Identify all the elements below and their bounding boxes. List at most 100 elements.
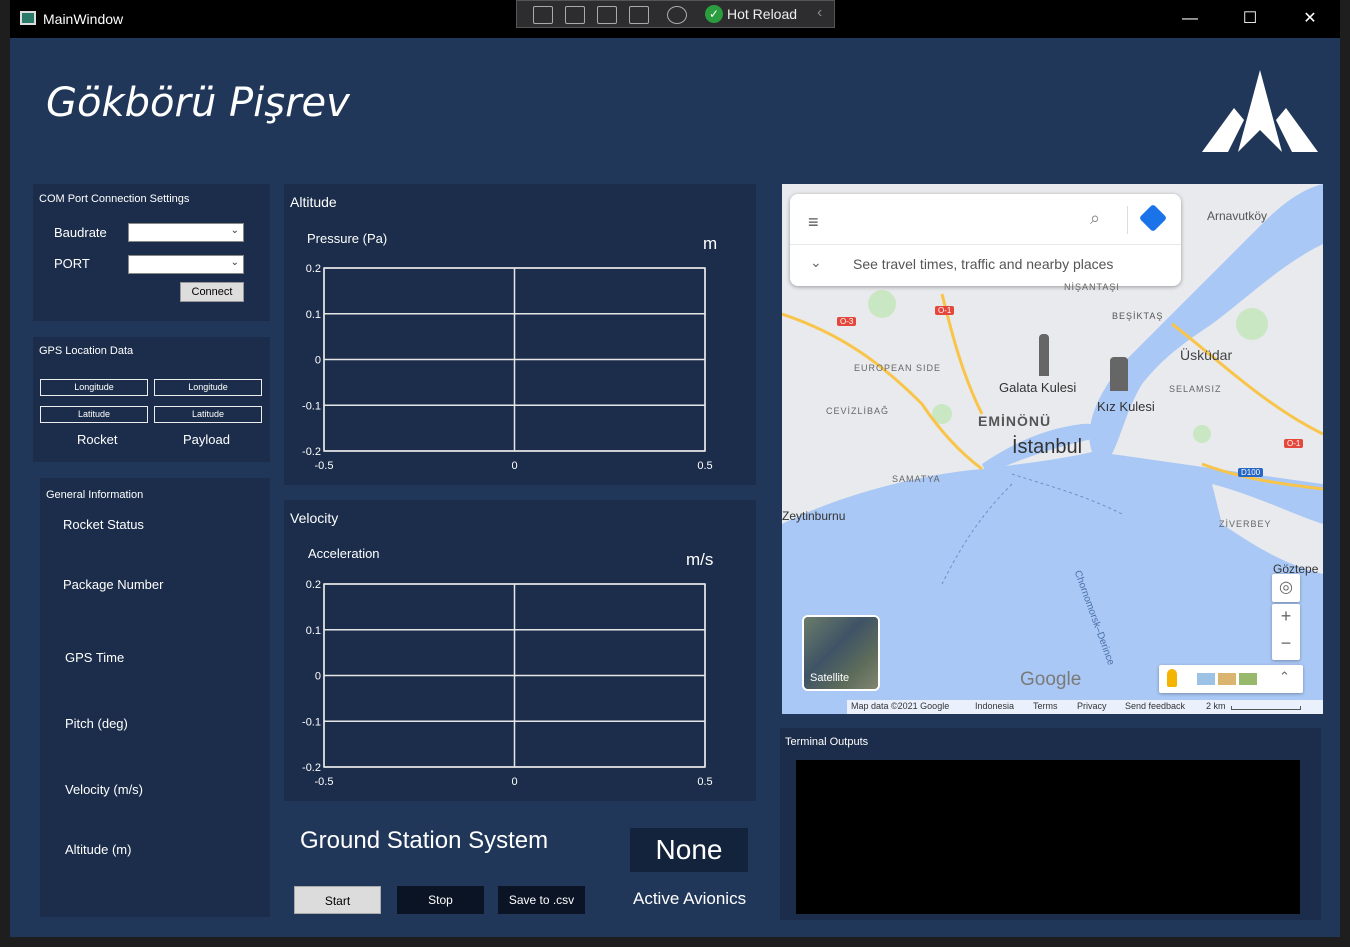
place-label: Üsküdar: [1180, 347, 1233, 363]
road-shield: O-1: [1284, 439, 1304, 448]
velocity-label: Velocity (m/s): [65, 782, 144, 797]
payload-longitude-field: Longitude: [154, 379, 262, 396]
debug-toolbar: ✓ Hot Reload ‹: [516, 0, 835, 28]
layout-adorner-icon[interactable]: [597, 6, 617, 24]
display-layout-icon[interactable]: [667, 6, 687, 24]
place-label: NİŞANTAŞI: [1064, 282, 1120, 292]
payload-latitude-field: Latitude: [154, 406, 262, 423]
scale-bar: [1231, 706, 1301, 710]
terrain-layer-icon[interactable]: [1197, 673, 1215, 685]
chevron-down-icon: ⌄: [230, 225, 239, 236]
rocket-latitude-field: Latitude: [40, 406, 148, 423]
directions-icon[interactable]: [1138, 203, 1168, 233]
satellite-toggle[interactable]: Satellite: [802, 615, 880, 691]
baudrate-select[interactable]: ⌄: [128, 223, 244, 242]
map-layer-bar: ⌃: [1159, 665, 1303, 693]
minimize-button[interactable]: —: [1160, 0, 1220, 38]
city-label: İstanbul: [1012, 436, 1083, 458]
select-element-icon[interactable]: [533, 6, 553, 24]
general-info-panel: General Information Rocket Status Packag…: [40, 478, 270, 917]
avionics-status-value: None: [630, 828, 748, 872]
main-window-content: Gökbörü Pişrev COM Port Connection Setti…: [10, 38, 1340, 937]
place-label: Arnavutköy: [1207, 209, 1268, 223]
altitude-panel: Altitude Pressure (Pa) m 0.2 0.1 0 -0.1 -0.2…: [284, 184, 756, 485]
terminal-output[interactable]: [796, 760, 1300, 914]
com-port-panel: COM Port Connection Settings Baudrate ⌄ …: [33, 184, 270, 321]
place-label: Galata Kulesi: [999, 380, 1077, 395]
y-tick-label: -0.2: [302, 762, 321, 774]
scale-label: 2 km: [1206, 701, 1226, 711]
send-feedback-link[interactable]: Send feedback: [1125, 701, 1185, 711]
pitch-label: Pitch (deg): [65, 716, 128, 731]
collapse-toolbar-icon[interactable]: ‹: [817, 4, 822, 22]
privacy-link[interactable]: Privacy: [1077, 701, 1107, 711]
map-data-credit: Map data ©2021 Google: [851, 701, 950, 711]
y-tick-label: 0.1: [306, 309, 321, 321]
pointer-select-icon[interactable]: [565, 6, 585, 24]
road-shield: O-1: [935, 306, 955, 315]
zoom-out-button[interactable]: −: [1272, 633, 1300, 654]
x-tick-label: 0.5: [697, 460, 712, 472]
x-tick-label: 0: [511, 776, 517, 788]
y-tick-label: 0.2: [306, 263, 321, 275]
expand-layers-icon[interactable]: ⌃: [1279, 669, 1290, 685]
transit-layer-icon[interactable]: [1218, 673, 1236, 685]
google-logo: Google: [1020, 669, 1082, 690]
biking-layer-icon[interactable]: [1239, 673, 1257, 685]
x-tick-label: -0.5: [315, 776, 334, 788]
menu-icon[interactable]: ≡: [808, 212, 819, 233]
save-csv-button[interactable]: Save to .csv: [498, 886, 585, 914]
search-separator: [790, 244, 1181, 245]
avionics-status-label: Active Avionics: [633, 889, 747, 908]
x-tick-label: 0.5: [697, 776, 712, 788]
pegman-icon[interactable]: [1167, 669, 1177, 687]
connect-button[interactable]: Connect: [180, 282, 244, 302]
place-label: EUROPEAN SIDE: [854, 363, 942, 373]
map-suggestion[interactable]: See travel times, traffic and nearby pla…: [853, 256, 1113, 272]
road-shield: O-3: [837, 317, 857, 326]
rocket-label: Rocket: [77, 432, 118, 447]
stop-button[interactable]: Stop: [397, 886, 484, 914]
x-tick-label: 0: [511, 460, 517, 472]
payload-label: Payload: [183, 432, 230, 447]
y-tick-label: 0: [315, 671, 321, 683]
maximize-button[interactable]: ☐: [1220, 0, 1280, 38]
gps-title: GPS Location Data: [39, 345, 134, 357]
map-view[interactable]: ≡ ⌕ ⌄ See travel times, traffic and near…: [782, 184, 1323, 714]
rocket-longitude-field: Longitude: [40, 379, 148, 396]
velocity-chart: 0.2 0.1 0 -0.1 -0.2 -0.5 0 0.5: [302, 579, 713, 788]
com-port-title: COM Port Connection Settings: [39, 193, 190, 205]
desktop-frame: MainWindow — ☐ ✕ ✓ Hot Reload ‹ Gökbörü …: [0, 0, 1350, 947]
y-tick-label: 0.1: [306, 625, 321, 637]
track-focus-icon[interactable]: [629, 6, 649, 24]
y-tick-label: -0.1: [302, 400, 321, 412]
rocket-status-label: Rocket Status: [63, 517, 144, 532]
terms-link[interactable]: Terms: [1033, 701, 1058, 711]
expand-chevron-icon[interactable]: ⌄: [810, 254, 822, 271]
region-link[interactable]: Indonesia: [975, 701, 1014, 711]
search-icon[interactable]: ⌕: [1090, 208, 1100, 229]
map-search-input[interactable]: [838, 206, 1078, 230]
ground-station-title: Ground Station System: [300, 827, 549, 854]
port-label: PORT: [54, 256, 90, 271]
hot-reload-check-icon: ✓: [705, 5, 723, 23]
x-tick-label: -0.5: [315, 460, 334, 472]
zoom-controls: + −: [1272, 604, 1300, 660]
place-label: BEŞİKTAŞ: [1112, 311, 1164, 321]
satellite-label: Satellite: [810, 672, 850, 684]
port-select[interactable]: ⌄: [128, 255, 244, 274]
place-label: SAMATYA: [892, 474, 941, 484]
place-label: EMİNÖNÜ: [978, 413, 1052, 429]
map-search-card: ≡ ⌕ ⌄ See travel times, traffic and near…: [790, 194, 1181, 286]
package-number-label: Package Number: [63, 577, 164, 592]
hot-reload-label[interactable]: Hot Reload: [727, 6, 797, 22]
app-title: Gökbörü Pişrev: [46, 80, 350, 126]
place-label: ZİVERBEY: [1219, 519, 1272, 529]
zoom-in-button[interactable]: +: [1272, 606, 1300, 627]
start-button[interactable]: Start: [294, 886, 381, 914]
tower-icon: [1039, 334, 1049, 376]
arrow-logo-icon: [1202, 70, 1318, 152]
my-location-icon[interactable]: ◎: [1272, 574, 1300, 602]
place-label: Zeytinburnu: [782, 509, 846, 523]
close-button[interactable]: ✕: [1280, 0, 1340, 38]
